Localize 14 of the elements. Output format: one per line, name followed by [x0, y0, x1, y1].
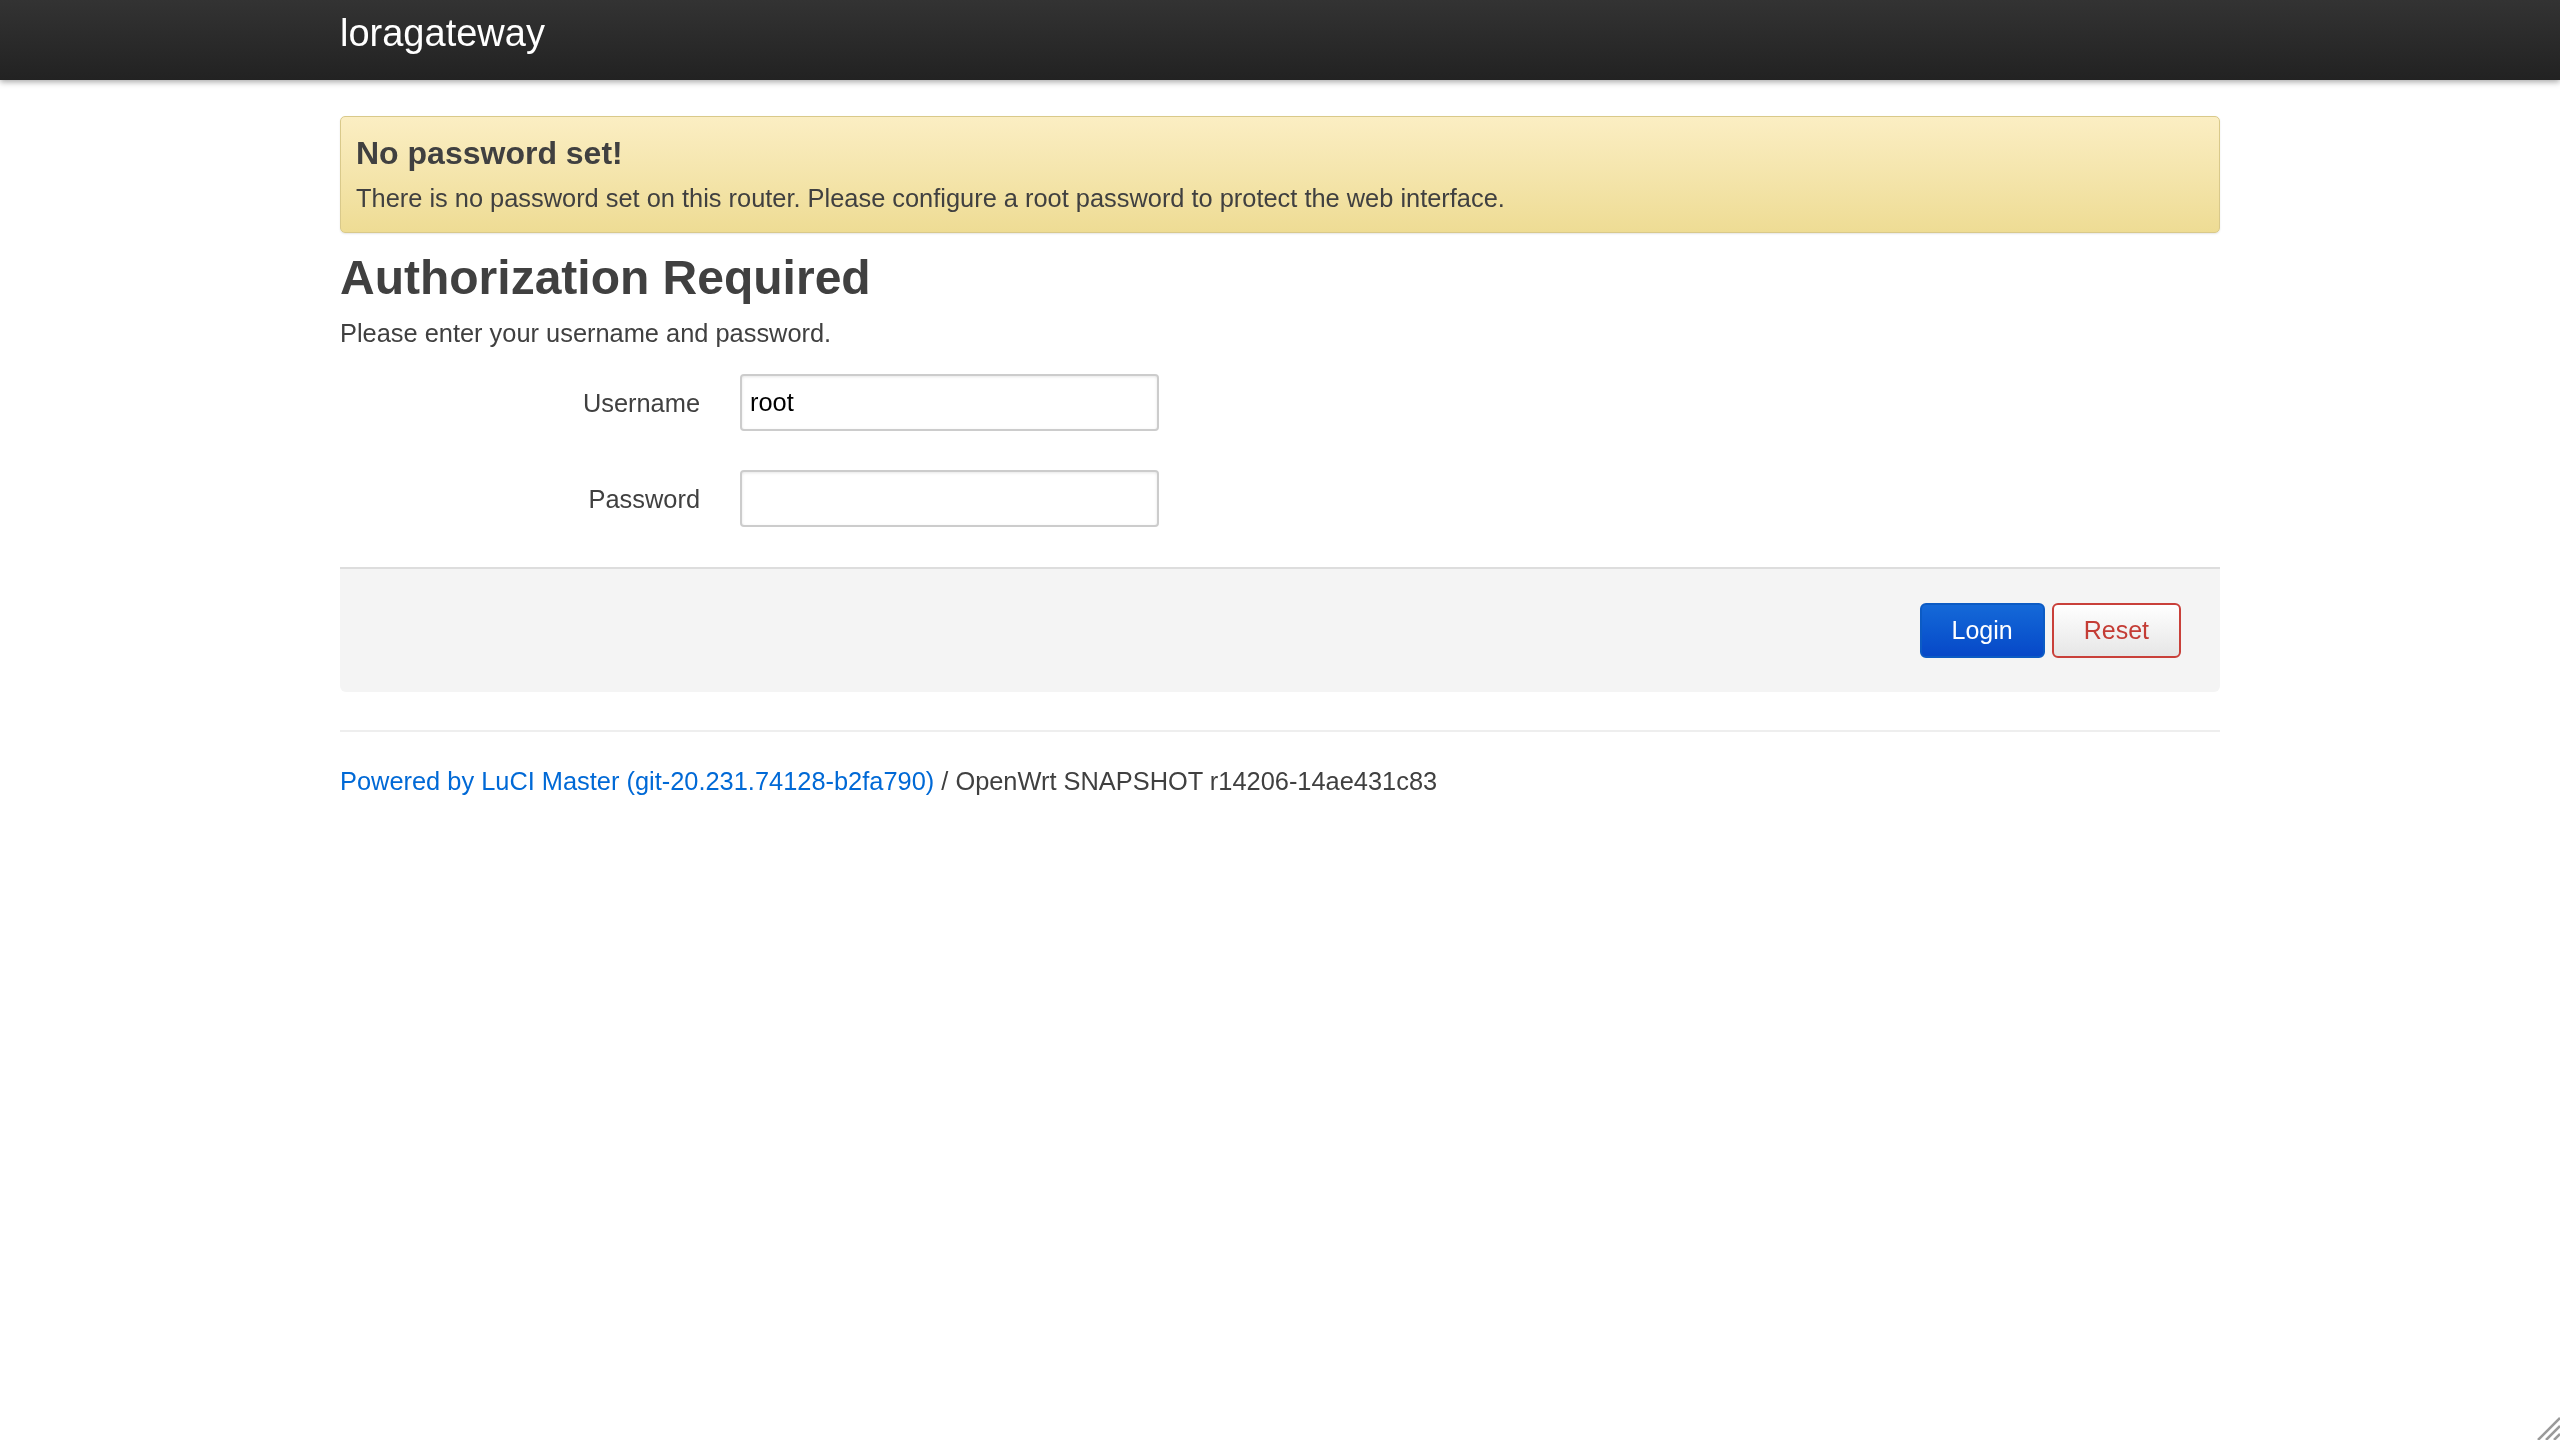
field-label: Password: [587, 483, 700, 515]
field-label: Username: [581, 387, 700, 419]
reset-button[interactable]: Reset: [2051, 603, 2181, 658]
router-hostname[interactable]: loragateway: [340, 11, 545, 55]
page-heading: Authorization Required: [340, 250, 872, 306]
alert-title: No password set!: [356, 134, 624, 172]
input-field[interactable]: [740, 470, 1159, 527]
luci-link[interactable]: Powered by LuCI Master (git-20.231.74128-b2fa790): [340, 767, 935, 795]
footer-text: Powered by LuCI Master (git-20.231.74128-b2fa790) / OpenWrt SNAPSHOT r14206-14ae431c83: [340, 766, 1439, 797]
resize-grip-icon[interactable]: [2536, 1416, 2560, 1440]
alert-message: There is no password set on this router. Please configure a root password to protect the web interface.: [356, 183, 1506, 214]
page-description: Please enter your username and password.: [340, 318, 833, 349]
input-field[interactable]: root: [740, 374, 1159, 431]
login-button[interactable]: Login: [1919, 603, 2045, 658]
